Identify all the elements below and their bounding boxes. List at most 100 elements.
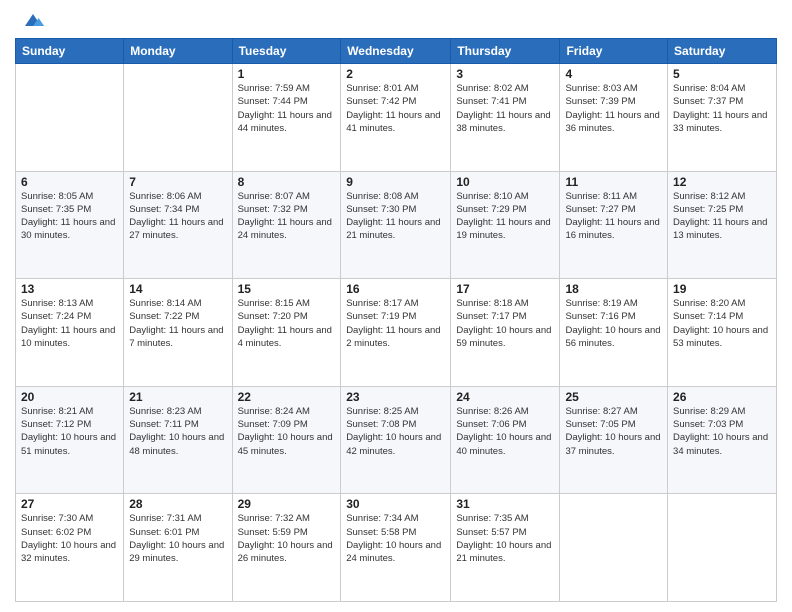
calendar-cell: 17Sunrise: 8:18 AM Sunset: 7:17 PM Dayli… <box>451 279 560 387</box>
weekday-header-row: SundayMondayTuesdayWednesdayThursdayFrid… <box>16 39 777 64</box>
day-info: Sunrise: 8:04 AM Sunset: 7:37 PM Dayligh… <box>673 82 771 135</box>
day-info: Sunrise: 8:01 AM Sunset: 7:42 PM Dayligh… <box>346 82 445 135</box>
calendar-cell <box>124 64 232 172</box>
calendar-cell <box>16 64 124 172</box>
day-number: 14 <box>129 282 226 296</box>
day-number: 9 <box>346 175 445 189</box>
weekday-wednesday: Wednesday <box>341 39 451 64</box>
calendar-cell: 7Sunrise: 8:06 AM Sunset: 7:34 PM Daylig… <box>124 171 232 279</box>
calendar-cell: 13Sunrise: 8:13 AM Sunset: 7:24 PM Dayli… <box>16 279 124 387</box>
calendar-cell: 14Sunrise: 8:14 AM Sunset: 7:22 PM Dayli… <box>124 279 232 387</box>
day-info: Sunrise: 7:34 AM Sunset: 5:58 PM Dayligh… <box>346 512 445 565</box>
day-number: 19 <box>673 282 771 296</box>
day-number: 10 <box>456 175 554 189</box>
calendar-cell: 18Sunrise: 8:19 AM Sunset: 7:16 PM Dayli… <box>560 279 668 387</box>
day-number: 24 <box>456 390 554 404</box>
day-info: Sunrise: 8:15 AM Sunset: 7:20 PM Dayligh… <box>238 297 336 350</box>
day-number: 6 <box>21 175 118 189</box>
day-info: Sunrise: 8:29 AM Sunset: 7:03 PM Dayligh… <box>673 405 771 458</box>
day-info: Sunrise: 8:05 AM Sunset: 7:35 PM Dayligh… <box>21 190 118 243</box>
calendar-cell: 22Sunrise: 8:24 AM Sunset: 7:09 PM Dayli… <box>232 386 341 494</box>
day-number: 26 <box>673 390 771 404</box>
calendar-cell: 30Sunrise: 7:34 AM Sunset: 5:58 PM Dayli… <box>341 494 451 602</box>
calendar-cell: 25Sunrise: 8:27 AM Sunset: 7:05 PM Dayli… <box>560 386 668 494</box>
day-number: 28 <box>129 497 226 511</box>
day-number: 21 <box>129 390 226 404</box>
day-number: 1 <box>238 67 336 81</box>
day-number: 12 <box>673 175 771 189</box>
day-info: Sunrise: 8:24 AM Sunset: 7:09 PM Dayligh… <box>238 405 336 458</box>
calendar-cell: 20Sunrise: 8:21 AM Sunset: 7:12 PM Dayli… <box>16 386 124 494</box>
day-info: Sunrise: 8:14 AM Sunset: 7:22 PM Dayligh… <box>129 297 226 350</box>
day-info: Sunrise: 8:11 AM Sunset: 7:27 PM Dayligh… <box>565 190 662 243</box>
day-info: Sunrise: 7:31 AM Sunset: 6:01 PM Dayligh… <box>129 512 226 565</box>
weekday-sunday: Sunday <box>16 39 124 64</box>
day-info: Sunrise: 8:06 AM Sunset: 7:34 PM Dayligh… <box>129 190 226 243</box>
day-number: 18 <box>565 282 662 296</box>
calendar-cell: 31Sunrise: 7:35 AM Sunset: 5:57 PM Dayli… <box>451 494 560 602</box>
calendar-cell: 8Sunrise: 8:07 AM Sunset: 7:32 PM Daylig… <box>232 171 341 279</box>
calendar-cell: 9Sunrise: 8:08 AM Sunset: 7:30 PM Daylig… <box>341 171 451 279</box>
calendar-cell <box>668 494 777 602</box>
calendar-cell: 15Sunrise: 8:15 AM Sunset: 7:20 PM Dayli… <box>232 279 341 387</box>
week-row-5: 27Sunrise: 7:30 AM Sunset: 6:02 PM Dayli… <box>16 494 777 602</box>
day-info: Sunrise: 8:23 AM Sunset: 7:11 PM Dayligh… <box>129 405 226 458</box>
day-info: Sunrise: 8:03 AM Sunset: 7:39 PM Dayligh… <box>565 82 662 135</box>
calendar-cell: 28Sunrise: 7:31 AM Sunset: 6:01 PM Dayli… <box>124 494 232 602</box>
day-info: Sunrise: 8:27 AM Sunset: 7:05 PM Dayligh… <box>565 405 662 458</box>
day-number: 5 <box>673 67 771 81</box>
calendar-cell: 2Sunrise: 8:01 AM Sunset: 7:42 PM Daylig… <box>341 64 451 172</box>
day-info: Sunrise: 8:25 AM Sunset: 7:08 PM Dayligh… <box>346 405 445 458</box>
day-number: 16 <box>346 282 445 296</box>
day-info: Sunrise: 7:30 AM Sunset: 6:02 PM Dayligh… <box>21 512 118 565</box>
weekday-tuesday: Tuesday <box>232 39 341 64</box>
day-number: 29 <box>238 497 336 511</box>
day-number: 11 <box>565 175 662 189</box>
day-number: 23 <box>346 390 445 404</box>
day-info: Sunrise: 8:02 AM Sunset: 7:41 PM Dayligh… <box>456 82 554 135</box>
calendar-cell: 24Sunrise: 8:26 AM Sunset: 7:06 PM Dayli… <box>451 386 560 494</box>
calendar-cell: 1Sunrise: 7:59 AM Sunset: 7:44 PM Daylig… <box>232 64 341 172</box>
calendar-cell: 10Sunrise: 8:10 AM Sunset: 7:29 PM Dayli… <box>451 171 560 279</box>
day-info: Sunrise: 8:17 AM Sunset: 7:19 PM Dayligh… <box>346 297 445 350</box>
week-row-3: 13Sunrise: 8:13 AM Sunset: 7:24 PM Dayli… <box>16 279 777 387</box>
logo-icon <box>21 10 45 30</box>
day-info: Sunrise: 8:19 AM Sunset: 7:16 PM Dayligh… <box>565 297 662 350</box>
calendar-cell: 29Sunrise: 7:32 AM Sunset: 5:59 PM Dayli… <box>232 494 341 602</box>
logo <box>15 10 45 30</box>
day-number: 30 <box>346 497 445 511</box>
day-number: 2 <box>346 67 445 81</box>
day-info: Sunrise: 8:10 AM Sunset: 7:29 PM Dayligh… <box>456 190 554 243</box>
calendar-cell: 26Sunrise: 8:29 AM Sunset: 7:03 PM Dayli… <box>668 386 777 494</box>
calendar-cell: 5Sunrise: 8:04 AM Sunset: 7:37 PM Daylig… <box>668 64 777 172</box>
calendar-cell: 23Sunrise: 8:25 AM Sunset: 7:08 PM Dayli… <box>341 386 451 494</box>
day-number: 27 <box>21 497 118 511</box>
day-number: 17 <box>456 282 554 296</box>
day-number: 4 <box>565 67 662 81</box>
calendar-cell: 12Sunrise: 8:12 AM Sunset: 7:25 PM Dayli… <box>668 171 777 279</box>
weekday-friday: Friday <box>560 39 668 64</box>
weekday-saturday: Saturday <box>668 39 777 64</box>
day-number: 20 <box>21 390 118 404</box>
calendar-cell: 3Sunrise: 8:02 AM Sunset: 7:41 PM Daylig… <box>451 64 560 172</box>
calendar-table: SundayMondayTuesdayWednesdayThursdayFrid… <box>15 38 777 602</box>
day-info: Sunrise: 8:26 AM Sunset: 7:06 PM Dayligh… <box>456 405 554 458</box>
day-info: Sunrise: 7:59 AM Sunset: 7:44 PM Dayligh… <box>238 82 336 135</box>
day-number: 22 <box>238 390 336 404</box>
header <box>15 10 777 30</box>
day-info: Sunrise: 8:12 AM Sunset: 7:25 PM Dayligh… <box>673 190 771 243</box>
day-number: 3 <box>456 67 554 81</box>
calendar-cell: 4Sunrise: 8:03 AM Sunset: 7:39 PM Daylig… <box>560 64 668 172</box>
day-number: 31 <box>456 497 554 511</box>
day-info: Sunrise: 7:35 AM Sunset: 5:57 PM Dayligh… <box>456 512 554 565</box>
day-info: Sunrise: 8:08 AM Sunset: 7:30 PM Dayligh… <box>346 190 445 243</box>
calendar-cell: 11Sunrise: 8:11 AM Sunset: 7:27 PM Dayli… <box>560 171 668 279</box>
weekday-monday: Monday <box>124 39 232 64</box>
day-info: Sunrise: 8:13 AM Sunset: 7:24 PM Dayligh… <box>21 297 118 350</box>
calendar-cell: 16Sunrise: 8:17 AM Sunset: 7:19 PM Dayli… <box>341 279 451 387</box>
calendar-cell: 19Sunrise: 8:20 AM Sunset: 7:14 PM Dayli… <box>668 279 777 387</box>
calendar-body: 1Sunrise: 7:59 AM Sunset: 7:44 PM Daylig… <box>16 64 777 602</box>
calendar-cell <box>560 494 668 602</box>
page: SundayMondayTuesdayWednesdayThursdayFrid… <box>0 0 792 612</box>
day-info: Sunrise: 8:20 AM Sunset: 7:14 PM Dayligh… <box>673 297 771 350</box>
